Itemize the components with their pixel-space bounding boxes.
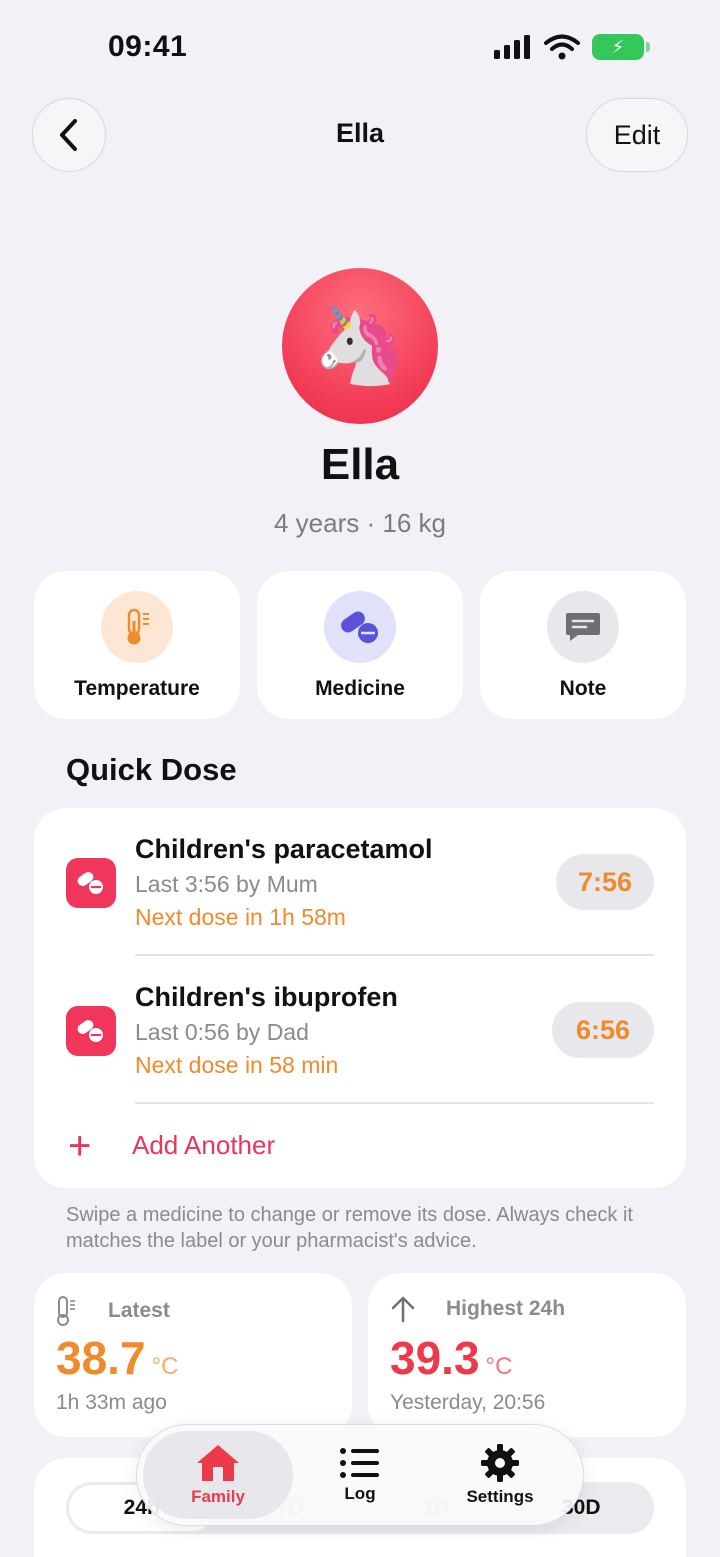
profile-name: Ella [320,440,400,489]
medicine-name: Children's ibuprofen [135,982,398,1012]
highest-temperature-value: 39.3 °C [390,1331,512,1385]
status-time: 09:41 [108,30,188,63]
latest-unit: °C [151,1353,179,1380]
add-another-label: Add Another [132,1130,276,1160]
divider [135,1102,654,1104]
highest-label: Highest 24h [446,1297,566,1320]
tab-label-family: Family [191,1487,245,1506]
highest-unit: °C [485,1353,513,1380]
medicine-next-dose: Next dose in 1h 58m [135,904,346,930]
unicorn-icon: 🦄 [312,303,408,388]
medicine-next-dose: Next dose in 58 min [135,1052,339,1078]
medicine-last-dose: Last 0:56 by Dad [135,1019,309,1045]
highest-time: Yesterday, 20:56 [390,1391,546,1414]
list-icon [340,1448,379,1478]
highest-value: 39.3 [390,1332,480,1384]
medicine-name: Children's paracetamol [135,834,433,864]
edit-button[interactable]: Edit [586,98,688,172]
latest-temperature-card[interactable]: Latest 38.7 °C 1h 33m ago [34,1273,352,1437]
latest-label: Latest [108,1299,170,1322]
pills-icon [324,591,396,663]
add-note-button[interactable]: Note [480,571,686,719]
tab-label-log: Log [344,1484,376,1503]
dose-time-button[interactable]: 7:56 [556,854,654,910]
tab-family[interactable]: Family [143,1431,293,1519]
cellular-signal-icon [494,35,530,59]
add-temperature-button[interactable]: Temperature [34,571,240,719]
note-icon [547,591,619,663]
thermometer-icon [101,591,173,663]
quick-dose-card: Children's paracetamol Last 3:56 by Mum … [34,808,686,1188]
house-icon [197,1445,239,1481]
latest-time: 1h 33m ago [56,1391,167,1414]
latest-temperature-value: 38.7 °C [56,1331,178,1385]
thermometer-icon [57,1296,75,1326]
status-icons: ⚡ [494,34,650,60]
quick-dose-title: Quick Dose [66,752,237,787]
battery-icon: ⚡ [592,34,650,60]
action-label-medicine: Medicine [315,677,405,700]
profile-details: 4 years · 16 kg [274,508,446,538]
medicine-row-paracetamol[interactable]: Children's paracetamol Last 3:56 by Mum … [34,808,686,956]
avatar[interactable]: 🦄 [282,268,438,424]
highest-temperature-card[interactable]: Highest 24h 39.3 °C Yesterday, 20:56 [368,1273,686,1437]
plus-icon: + [68,1124,92,1168]
gear-icon [481,1444,519,1482]
quick-dose-footnote: Swipe a medicine to change or remove its… [66,1204,633,1252]
tab-settings[interactable]: Settings [425,1431,575,1519]
tab-label-settings: Settings [466,1487,534,1506]
dose-time-button[interactable]: 6:56 [552,1002,654,1058]
pills-icon [66,858,116,908]
add-another-button[interactable]: + Add Another [34,1120,686,1176]
medicine-last-dose: Last 3:56 by Mum [135,871,318,897]
latest-value: 38.7 [56,1332,146,1384]
pills-icon [66,1006,116,1056]
action-label-temperature: Temperature [74,677,200,700]
arrow-up-icon [391,1296,415,1323]
action-label-note: Note [559,677,607,700]
tab-bar: Family Log Settings [136,1424,584,1526]
add-medicine-button[interactable]: Medicine [257,571,463,719]
wifi-icon [544,34,580,60]
tab-log[interactable]: Log [285,1431,435,1519]
medicine-row-ibuprofen[interactable]: Children's ibuprofen Last 0:56 by Dad Ne… [34,956,686,1104]
